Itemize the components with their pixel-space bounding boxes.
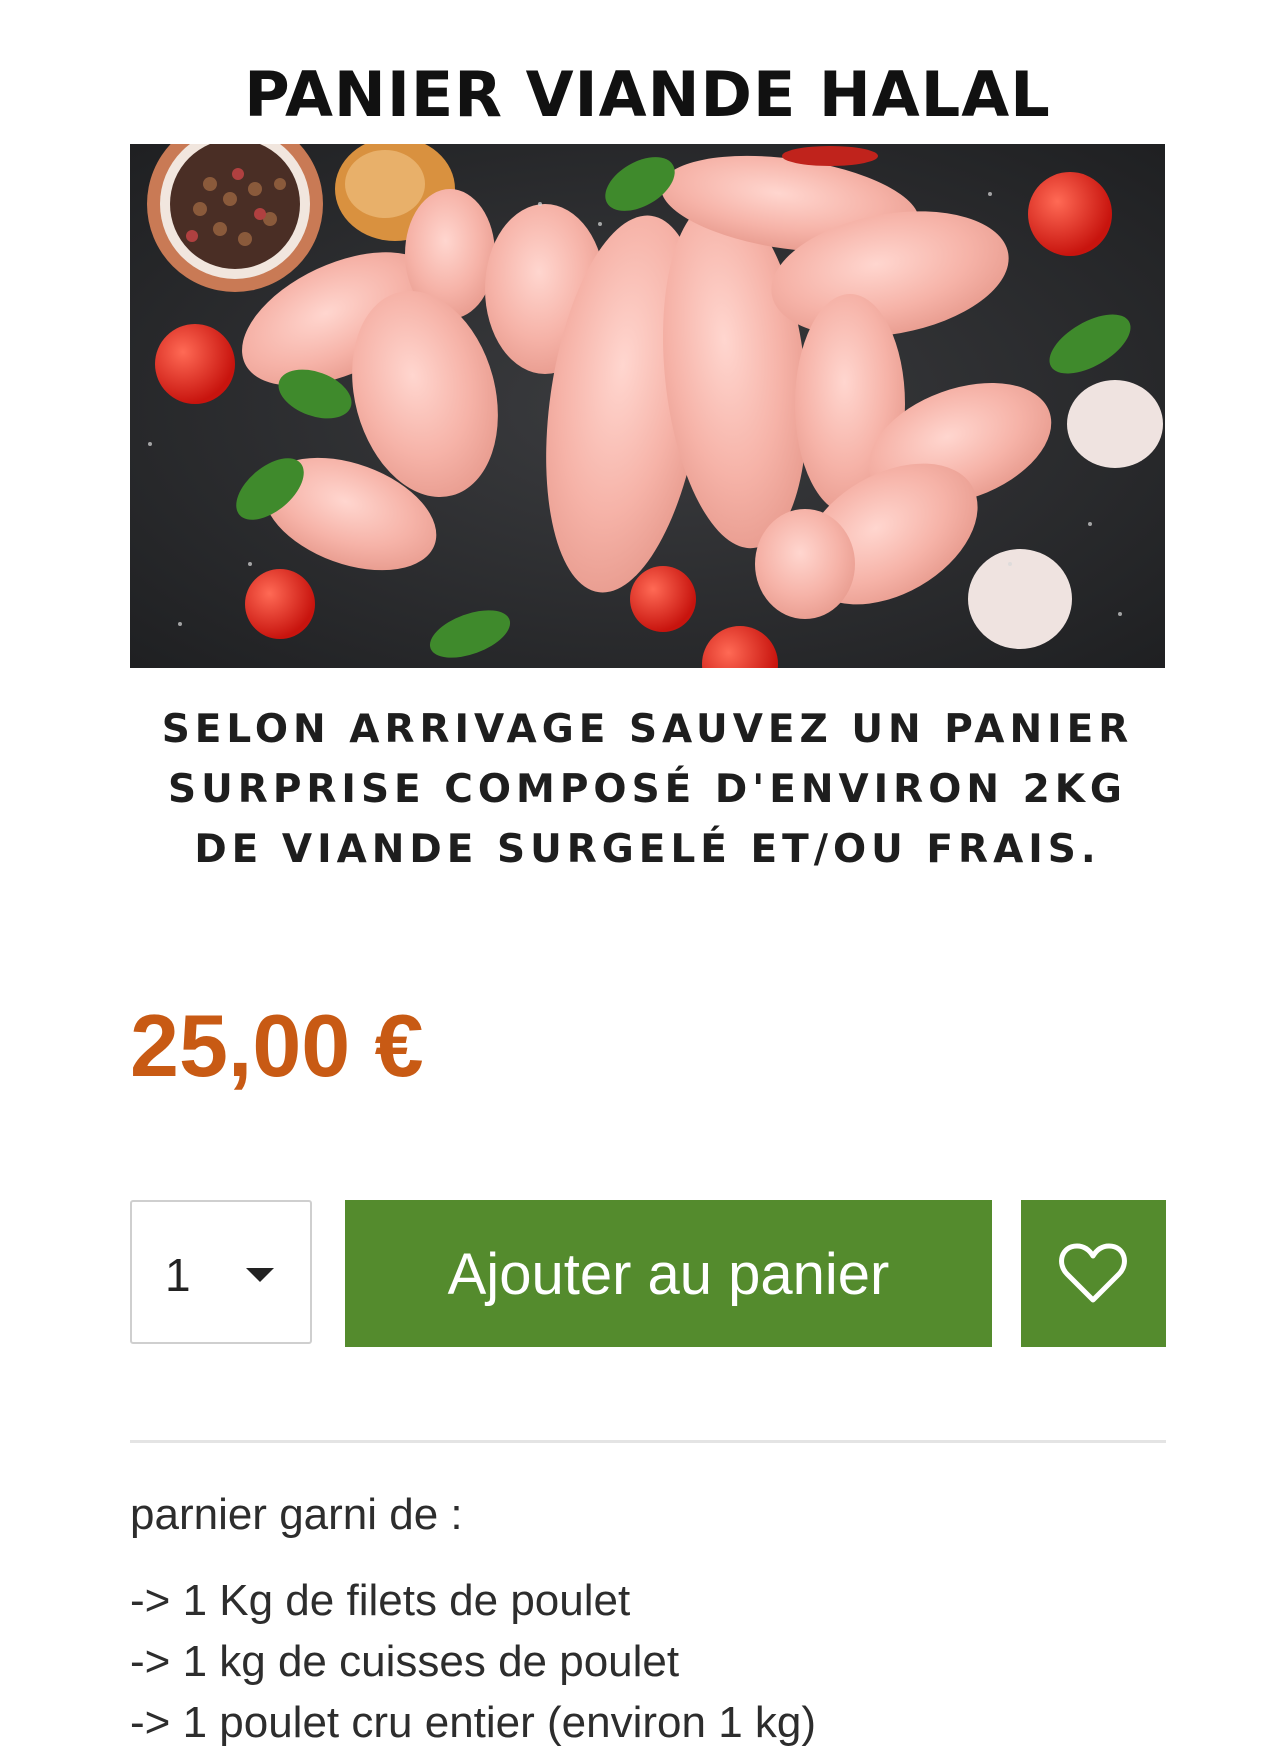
description-list: -> 1 Kg de filets de poulet -> 1 kg de c… bbox=[130, 1570, 816, 1753]
list-item: -> 1 poulet cru entier (environ 1 kg) bbox=[130, 1698, 817, 1747]
list-item: -> 1 Kg de filets de poulet bbox=[130, 1576, 631, 1625]
image-caption-line: SURPRISE COMPOSÉ D'ENVIRON 2KG bbox=[168, 767, 1127, 812]
quantity-select[interactable]: 1 bbox=[130, 1200, 312, 1344]
list-item: -> 1 kg de cuisses de poulet bbox=[130, 1637, 680, 1686]
caret-down-icon bbox=[246, 1268, 274, 1282]
image-caption-line: DE VIANDE SURGELÉ ET/OU FRAIS. bbox=[194, 827, 1101, 872]
divider bbox=[130, 1440, 1166, 1443]
quantity-value: 1 bbox=[165, 1249, 191, 1301]
product-image: PANIER VIANDE HALAL SELON ARRIVAGE SAUVE… bbox=[130, 40, 1165, 900]
wishlist-button[interactable] bbox=[1021, 1200, 1166, 1347]
product-price: 25,00 € bbox=[130, 996, 424, 1095]
description-intro: parnier garni de : bbox=[130, 1490, 463, 1539]
heart-icon bbox=[1059, 1243, 1127, 1303]
raw-chicken-photo bbox=[130, 144, 1165, 668]
image-caption: SELON ARRIVAGE SAUVEZ UN PANIER SURPRISE… bbox=[130, 700, 1165, 880]
image-title: PANIER VIANDE HALAL bbox=[244, 58, 1051, 131]
image-caption-line: SELON ARRIVAGE SAUVEZ UN PANIER bbox=[161, 707, 1134, 752]
add-to-cart-button[interactable]: Ajouter au panier bbox=[345, 1200, 992, 1347]
product-photo bbox=[130, 144, 1165, 668]
